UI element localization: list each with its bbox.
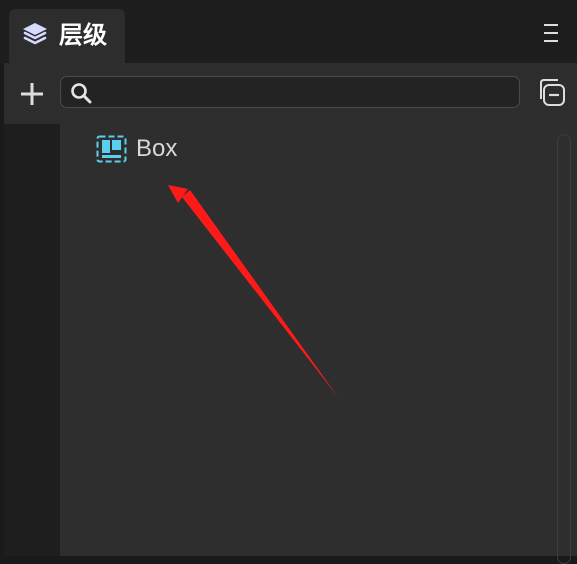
search-box[interactable] — [60, 76, 520, 108]
hierarchy-tree: Box — [60, 124, 577, 564]
collapse-all-button[interactable] — [534, 76, 568, 110]
add-node-button[interactable] — [18, 80, 46, 108]
layers-icon — [23, 23, 47, 45]
tab-hierarchy[interactable]: 层级 — [9, 9, 125, 63]
hamburger-menu-icon[interactable] — [540, 22, 562, 44]
tree-scrollbar[interactable] — [557, 134, 571, 564]
search-icon — [71, 83, 92, 104]
panel-tabbar: 层级 — [0, 0, 577, 63]
box-node-icon — [96, 135, 127, 163]
tab-label: 层级 — [59, 21, 107, 49]
tree-gutter — [4, 124, 60, 556]
search-input[interactable] — [99, 77, 509, 106]
hierarchy-toolbar — [4, 63, 577, 124]
tree-node-box[interactable]: Box — [96, 134, 246, 166]
tree-node-label: Box — [136, 135, 178, 162]
